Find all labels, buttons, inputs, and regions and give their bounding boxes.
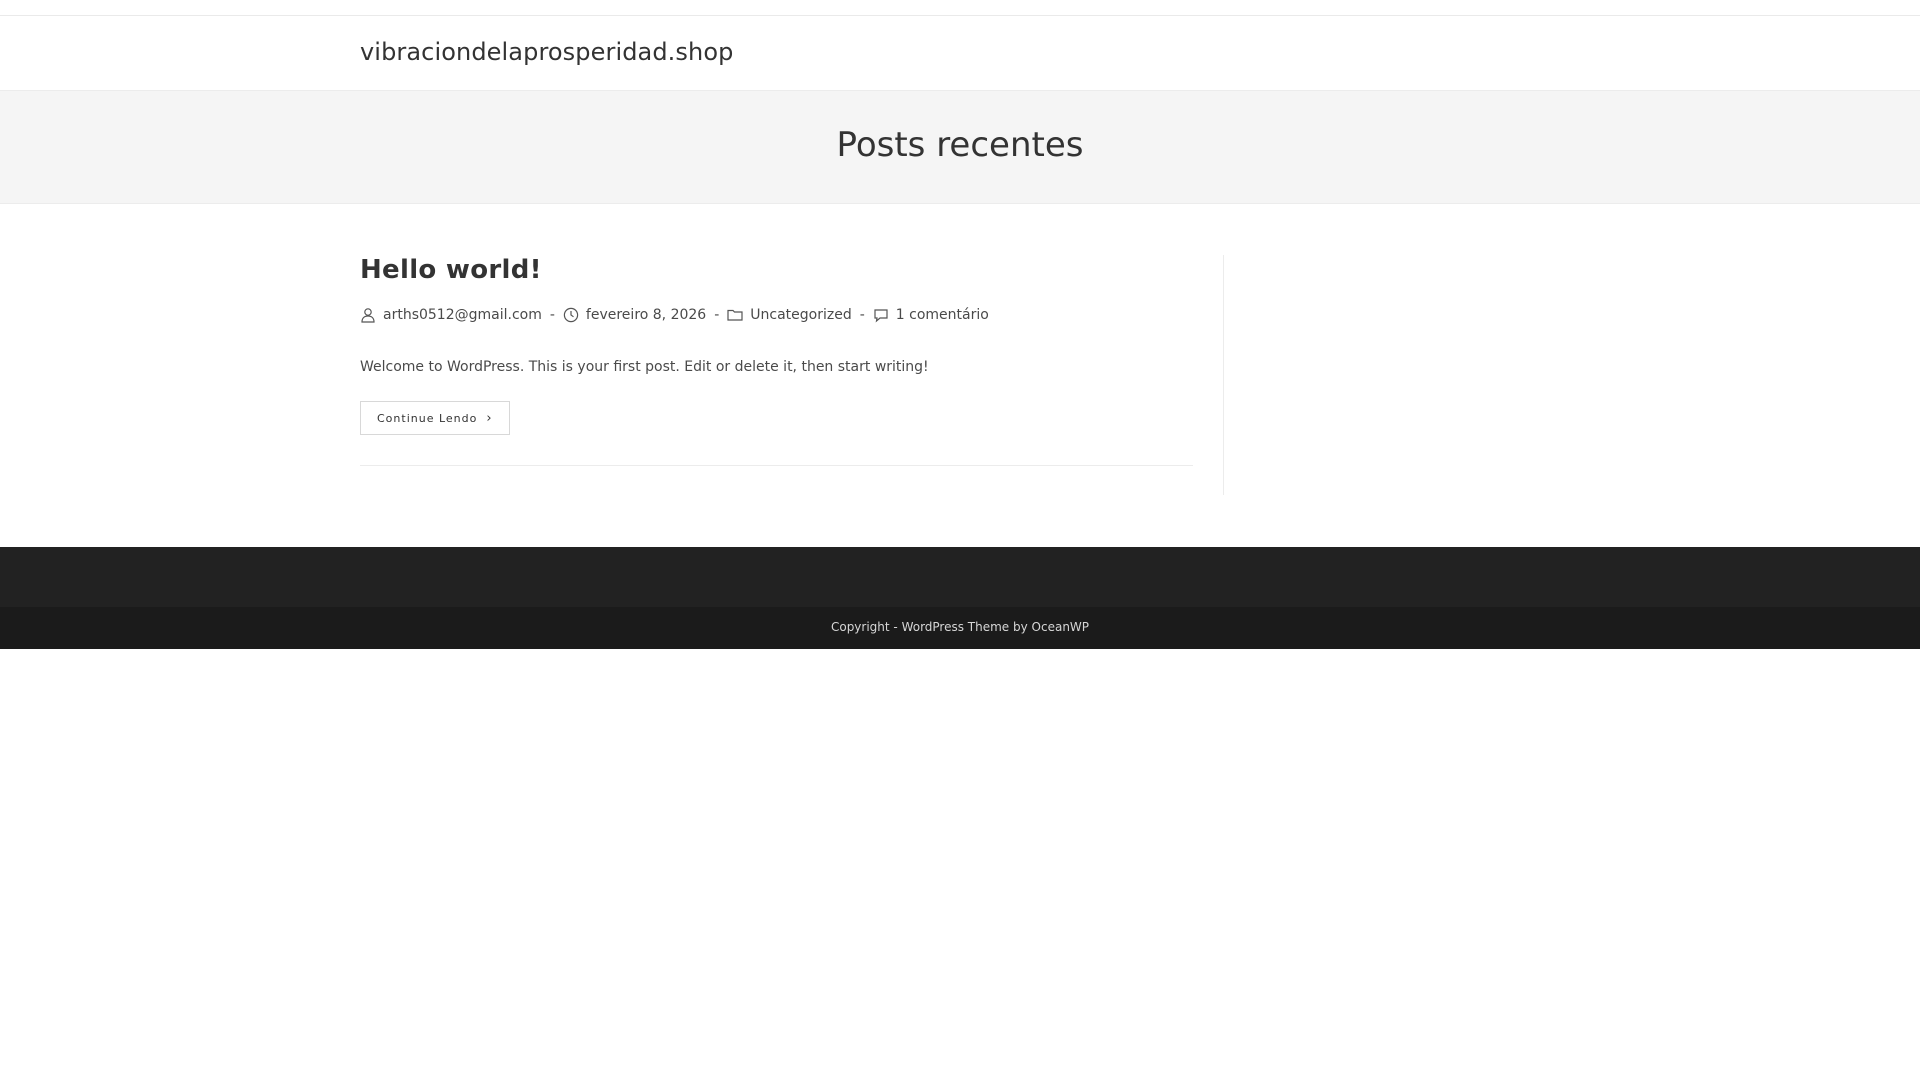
site-title-link[interactable]: vibraciondelaprosperidad.shop xyxy=(360,38,733,66)
clock-icon xyxy=(563,307,579,323)
post-category: Uncategorized xyxy=(727,307,852,323)
continue-reading-label: Continue Lendo xyxy=(377,411,478,425)
category-link[interactable]: Uncategorized xyxy=(750,307,851,323)
footer-bottom-bar: Copyright - WordPress Theme by OceanWP xyxy=(0,607,1920,649)
site-header: vibraciondelaprosperidad.shop xyxy=(0,16,1920,90)
sidebar-divider xyxy=(1223,255,1224,495)
post-comments: 1 comentário xyxy=(873,307,989,323)
page-title: Posts recentes xyxy=(836,125,1084,165)
page-header: Posts recentes xyxy=(0,90,1920,204)
post-meta: arths0512@gmail.com - fevereiro 8, 2026 … xyxy=(360,307,989,323)
user-icon xyxy=(361,308,375,323)
theme-credit-link[interactable]: WordPress Theme by OceanWP xyxy=(902,620,1089,634)
continue-reading-button[interactable]: Continue Lendo › xyxy=(360,401,510,435)
copyright-text: Copyright - WordPress Theme by OceanWP xyxy=(0,620,1920,634)
post-excerpt: Welcome to WordPress. This is your first… xyxy=(360,359,929,375)
main-content: Hello world! arths0512@gmail.com - fever… xyxy=(360,255,1193,466)
author-link[interactable]: arths0512@gmail.com xyxy=(383,307,542,323)
post-divider xyxy=(360,465,1193,466)
post-entry: Hello world! arths0512@gmail.com - fever… xyxy=(360,255,1193,466)
meta-separator: - xyxy=(714,307,720,323)
comments-link[interactable]: 1 comentário xyxy=(896,307,989,323)
date-text: fevereiro 8, 2026 xyxy=(585,307,707,323)
meta-separator: - xyxy=(549,307,555,323)
post-date: fevereiro 8, 2026 xyxy=(563,307,706,323)
meta-separator: - xyxy=(859,307,865,323)
footer-widgets-area xyxy=(0,547,1920,607)
comment-icon xyxy=(874,309,888,323)
chevron-right-icon: › xyxy=(486,410,493,426)
copyright-prefix: Copyright - xyxy=(830,620,902,634)
post-title-link[interactable]: Hello world! xyxy=(360,255,1193,285)
post-author: arths0512@gmail.com xyxy=(360,307,542,323)
folder-icon xyxy=(727,309,743,321)
